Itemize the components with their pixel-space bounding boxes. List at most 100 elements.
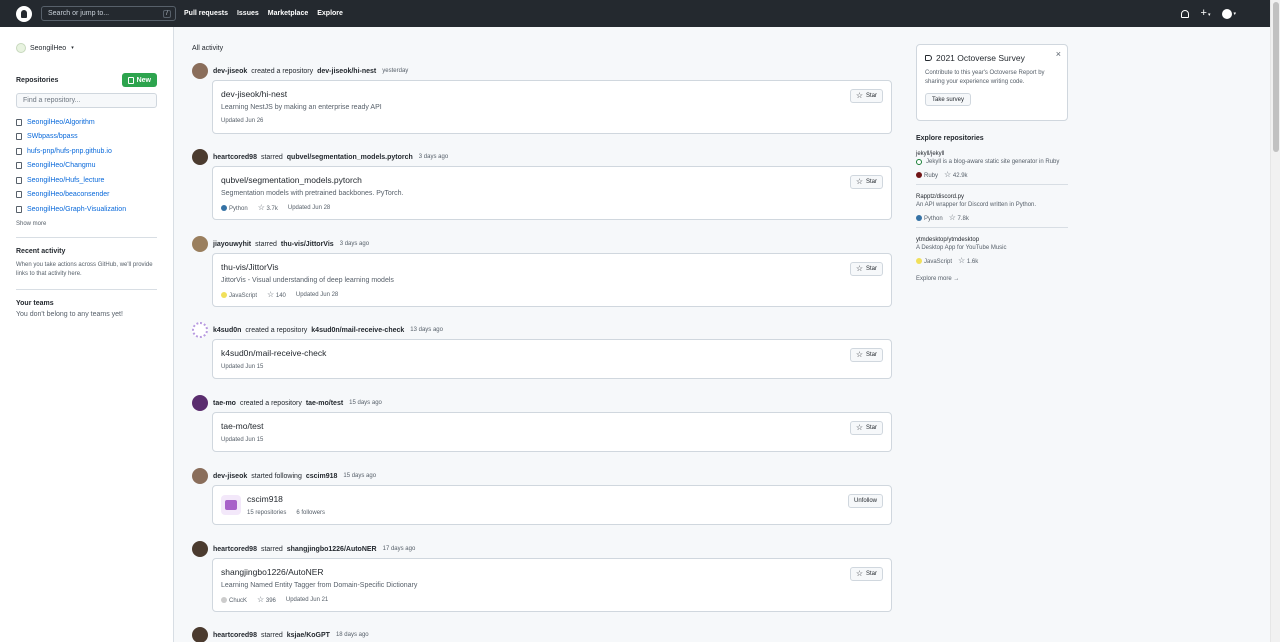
repository-link[interactable]: SWbpass/bpass: [16, 130, 157, 145]
repo-card-name[interactable]: shangjingbo1226/AutoNER: [221, 567, 324, 577]
avatar[interactable]: [192, 541, 208, 557]
repository-link[interactable]: SeongilHeo/Graph-Visualization: [16, 202, 157, 217]
repo-card: thu-vis/JittorVis JittorVis - Visual und…: [212, 253, 892, 307]
right-column: 2021 Octoverse Survey × Contribute to th…: [916, 27, 1068, 282]
event-actor-link[interactable]: tae-mo: [213, 400, 236, 407]
avatar[interactable]: [192, 149, 208, 165]
repo-stars[interactable]: ☆ 140: [267, 291, 286, 300]
repo-card-name[interactable]: dev-jiseok/hi-nest: [221, 89, 287, 99]
star-button[interactable]: ☆ Star: [849, 262, 883, 276]
megaphone-icon: [925, 55, 932, 61]
avatar[interactable]: [221, 495, 241, 515]
new-repository-button[interactable]: New: [121, 73, 157, 87]
language-color-dot: [916, 257, 922, 264]
repo-stars[interactable]: ☆ 42.9k: [944, 171, 968, 180]
explore-repo-name[interactable]: jekyll/jekyll: [916, 151, 944, 157]
language-color-dot: [221, 204, 227, 211]
event-time: 13 days ago: [410, 327, 443, 333]
event-actor-link[interactable]: jiayouwyhit: [213, 241, 251, 248]
user-repo-count: 15 repositories: [247, 510, 287, 516]
star-button[interactable]: ☆ Star: [849, 567, 883, 581]
explore-repo-description: An API wrapper for Discord written in Py…: [916, 202, 1068, 208]
event-actor-link[interactable]: dev-jiseok: [213, 68, 247, 75]
feed-event: k4sud0n created a repository k4sud0n/mai…: [192, 322, 892, 379]
star-button[interactable]: ☆ Star: [849, 175, 883, 189]
scrollbar-thumb[interactable]: [1273, 2, 1279, 152]
nav-explore[interactable]: Explore: [317, 10, 343, 17]
repository-name: SeongilHeo/Hufs_lecture: [27, 176, 105, 184]
event-action: created a repository: [251, 67, 314, 75]
chevron-down-icon: ▾: [1233, 10, 1236, 17]
explore-repo-name[interactable]: Rapptz/discord.py: [916, 194, 964, 200]
event-actor-link[interactable]: k4sud0n: [213, 327, 241, 334]
event-target-link[interactable]: ksjae/KoGPT: [287, 632, 330, 639]
close-icon[interactable]: ×: [1056, 49, 1061, 59]
repo-card-name[interactable]: qubvel/segmentation_models.pytorch: [221, 175, 362, 185]
event-target-link[interactable]: thu-vis/JittorVis: [281, 241, 334, 248]
avatar[interactable]: [192, 395, 208, 411]
repo-stars[interactable]: ☆ 3.7k: [258, 204, 278, 213]
repository-link[interactable]: SeongilHeo/Changmu: [16, 159, 157, 174]
nav-pull-requests[interactable]: Pull requests: [184, 10, 228, 17]
event-target-link[interactable]: cscim918: [306, 473, 338, 480]
user-card-meta: 15 repositories 6 followers: [247, 510, 325, 516]
search-input[interactable]: Search or jump to... /: [41, 6, 176, 21]
event-target-link[interactable]: k4sud0n/mail-receive-check: [311, 327, 404, 334]
bell-icon[interactable]: [1180, 9, 1189, 18]
avatar[interactable]: [192, 236, 208, 252]
repo-stars[interactable]: ☆ 1.6k: [958, 257, 979, 266]
unfollow-button[interactable]: Unfollow: [847, 494, 883, 508]
nav-marketplace[interactable]: Marketplace: [268, 10, 308, 17]
user-card-info: cscim918 15 repositories 6 followers: [247, 494, 325, 516]
user-menu[interactable]: ▾: [1222, 8, 1236, 19]
repository-link[interactable]: SeongilHeo/Hufs_lecture: [16, 173, 157, 188]
event-time: 18 days ago: [335, 632, 369, 638]
repo-star-count: 140: [275, 293, 286, 299]
event-target-link[interactable]: dev-jiseok/hi-nest: [317, 68, 376, 75]
repo-stars[interactable]: ☆ 7.8k: [949, 214, 969, 223]
event-target-link[interactable]: shangjingbo1226/AutoNER: [287, 546, 377, 553]
nav-issues[interactable]: Issues: [237, 10, 259, 17]
repo-stars[interactable]: ☆ 396: [257, 596, 276, 605]
star-button[interactable]: ☆ Star: [849, 89, 883, 103]
avatar[interactable]: [192, 63, 208, 79]
repo-star-count: 1.6k: [966, 259, 979, 265]
avatar[interactable]: [192, 322, 208, 338]
event-actor-link[interactable]: heartcored98: [213, 546, 257, 553]
star-button[interactable]: ☆ Star: [849, 348, 883, 362]
repository-link[interactable]: hufs-pnp/hufs-pnp.github.io: [16, 144, 157, 159]
repo-card-name[interactable]: k4sud0n/mail-receive-check: [221, 348, 326, 358]
activity-feed: All activity dev-jiseok created a reposi…: [192, 27, 892, 642]
repo-card-meta: Updated Jun 15: [221, 364, 883, 370]
repo-card-name[interactable]: thu-vis/JittorVis: [221, 262, 278, 272]
slash-shortcut-icon: /: [163, 9, 171, 18]
context-switcher[interactable]: SeongilHeo ▾: [16, 43, 157, 53]
avatar[interactable]: [192, 468, 208, 484]
explore-more-link[interactable]: Explore more →: [916, 276, 1068, 282]
take-survey-button[interactable]: Take survey: [925, 93, 972, 106]
github-logo-icon[interactable]: [16, 5, 32, 22]
event-actor-link[interactable]: dev-jiseok: [213, 473, 247, 480]
page-title: All activity: [192, 45, 224, 52]
your-teams-text: You don't belong to any teams yet!: [16, 310, 123, 318]
find-repository-input[interactable]: Find a repository...: [16, 93, 157, 108]
star-button[interactable]: ☆ Star: [849, 421, 883, 435]
event-actor-link[interactable]: heartcored98: [213, 632, 257, 639]
repository-link[interactable]: SeongilHeo/beaconsender: [16, 188, 157, 203]
event-actor-link[interactable]: heartcored98: [213, 154, 257, 161]
explore-repo-meta: Ruby ☆ 42.9k: [916, 171, 1068, 179]
explore-repo-name[interactable]: ytmdesktop/ytmdesktop: [916, 237, 979, 243]
repo-card: dev-jiseok/hi-nest Learning NestJS by ma…: [212, 80, 892, 134]
show-more-link[interactable]: Show more: [16, 221, 157, 227]
repository-link[interactable]: SeongilHeo/Algorithm: [16, 115, 157, 130]
event-target-link[interactable]: tae-mo/test: [306, 400, 343, 407]
user-card-name[interactable]: cscim918: [247, 494, 283, 504]
avatar[interactable]: [192, 627, 208, 642]
repo-card-name[interactable]: tae-mo/test: [221, 421, 264, 431]
repo-card-meta: ChucK ☆ 396 Updated Jun 21: [221, 596, 883, 604]
create-new-menu[interactable]: +▾: [1201, 8, 1211, 19]
page-scrollbar[interactable]: [1270, 0, 1280, 642]
event-target-link[interactable]: qubvel/segmentation_models.pytorch: [287, 154, 413, 161]
left-sidebar: SeongilHeo ▾ Repositories New Find a rep…: [0, 27, 174, 642]
star-icon: ☆: [855, 350, 863, 359]
